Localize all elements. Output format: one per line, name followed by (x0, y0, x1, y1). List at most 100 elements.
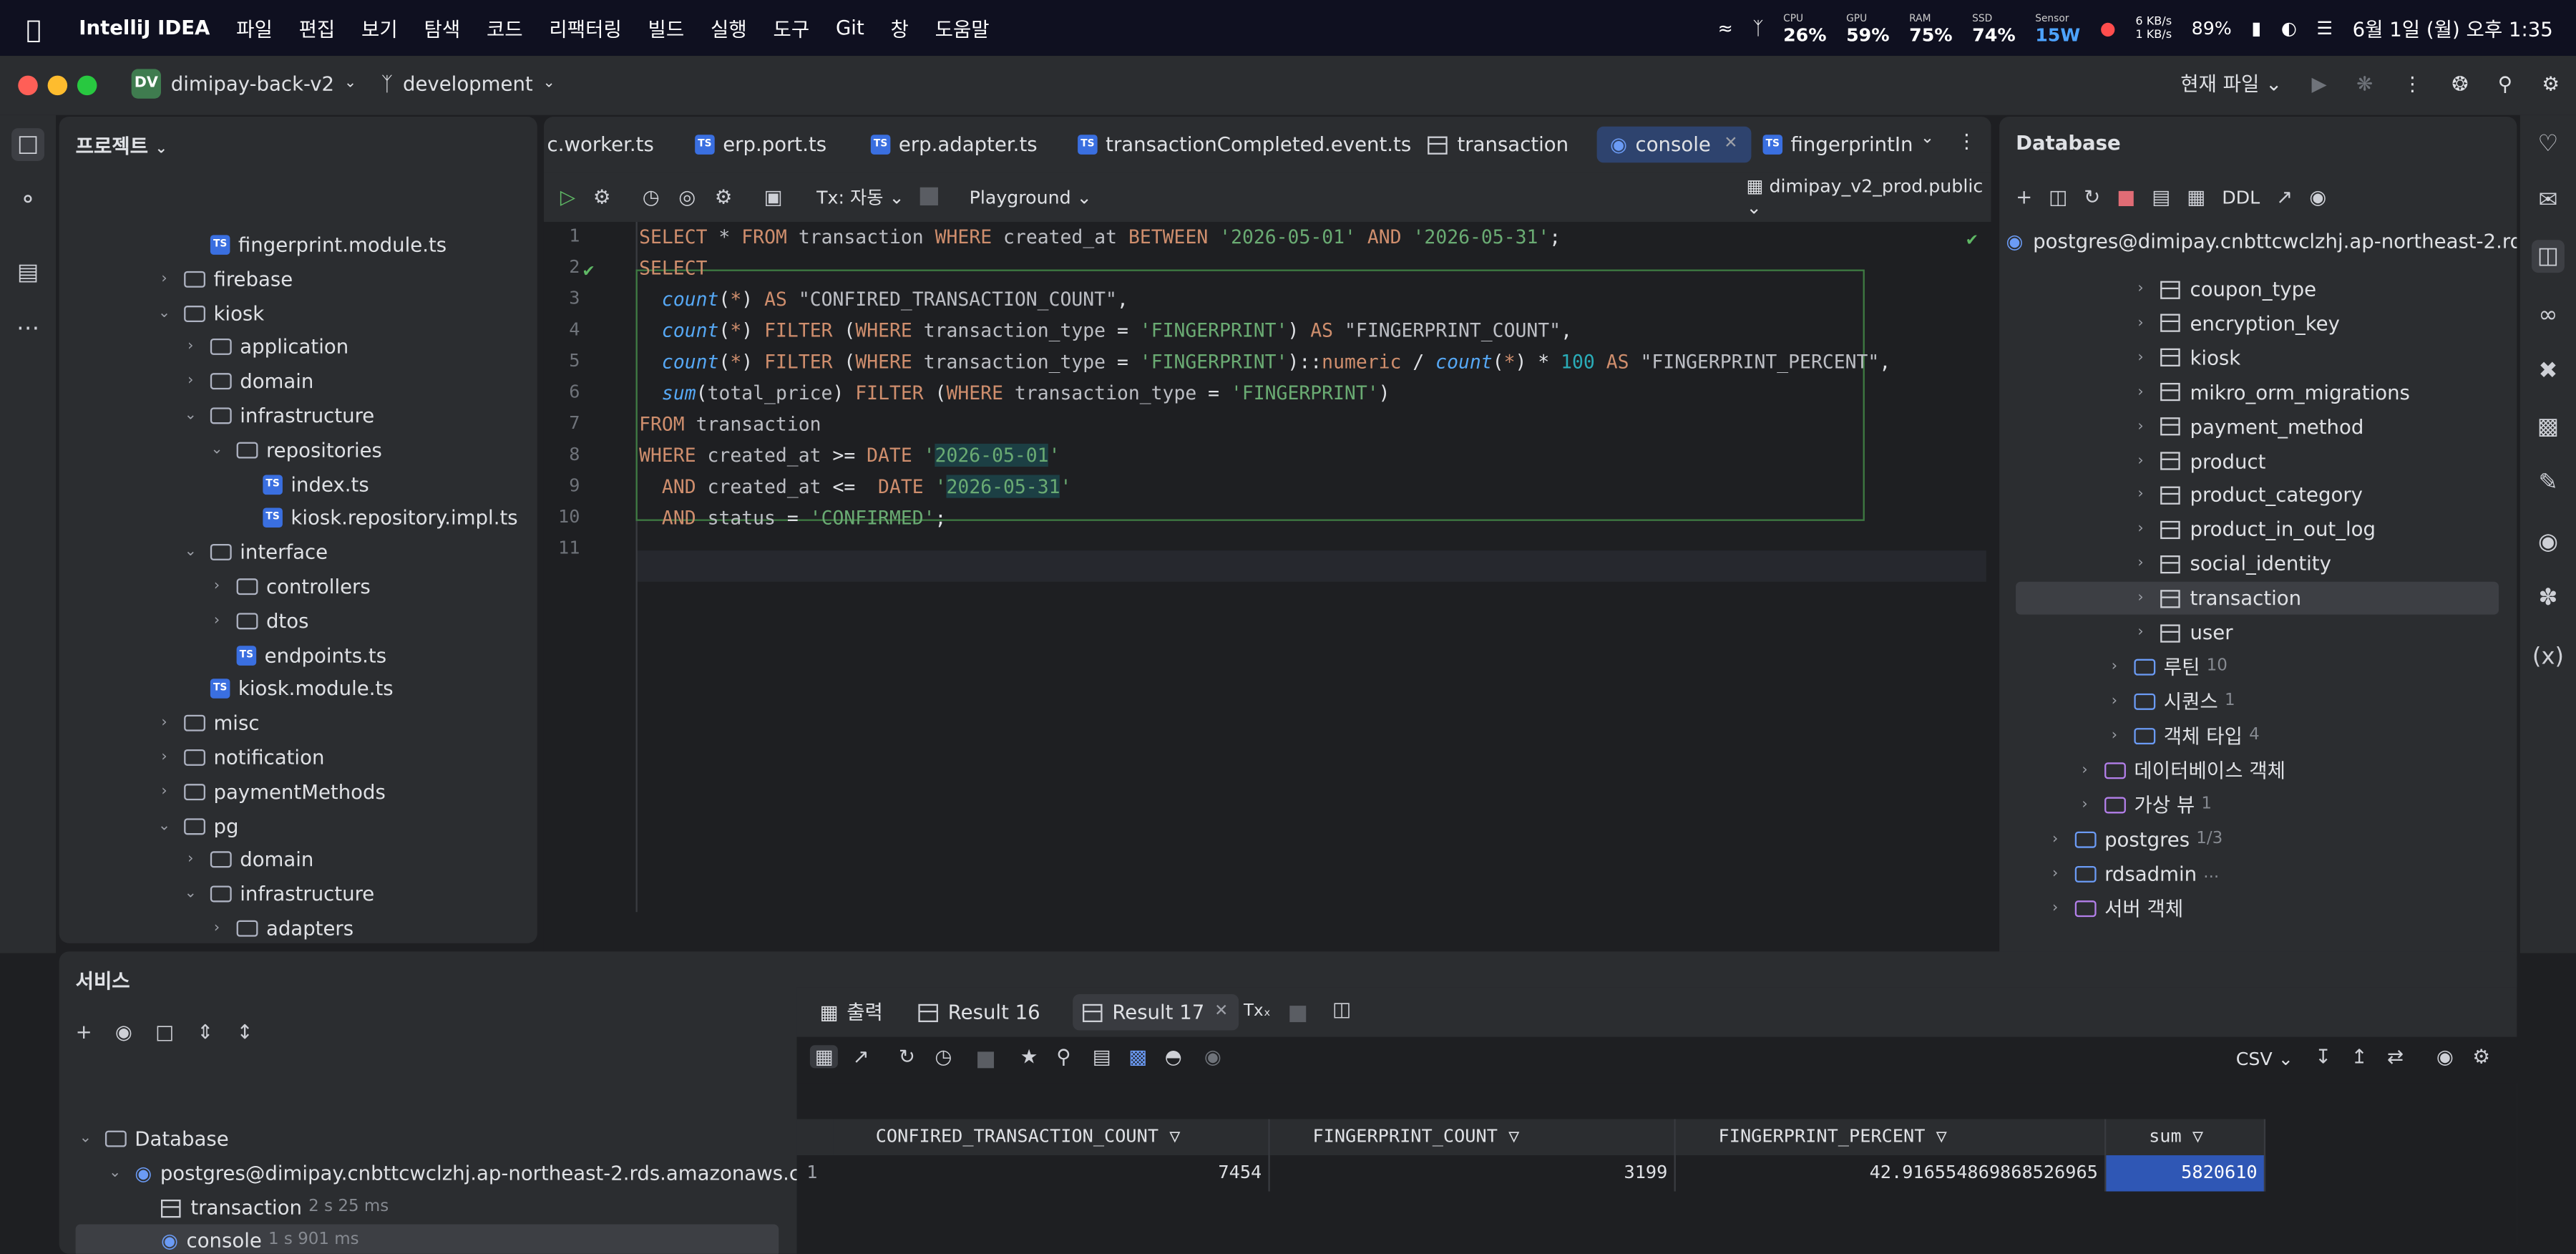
chevron-right-icon[interactable]: › (2131, 341, 2151, 374)
db-schema[interactable]: › rdsadmin... (2045, 857, 2219, 890)
tools-icon[interactable]: ✖ (2532, 355, 2565, 388)
db-group[interactable]: › 객체 타입 4 (2104, 719, 2260, 752)
db-table-mikro-orm-migrations[interactable]: › mikro_orm_migrations (2131, 376, 2409, 409)
download-icon[interactable]: ↧ (2315, 1045, 2331, 1068)
project-tree-row[interactable]: ⌄ pg (155, 810, 239, 842)
add-icon[interactable]: + (2016, 185, 2032, 208)
chevron-down-icon[interactable]: ⌄ (207, 434, 227, 467)
db-server-objects[interactable]: › 서버 객체 (2045, 893, 2183, 925)
tab-erp-adapter[interactable]: TS erp.adapter.ts (870, 127, 1038, 163)
project-tree-row[interactable]: TS kiosk.repository.impl.ts (233, 502, 518, 535)
pin-icon[interactable]: ◎ (678, 185, 696, 208)
project-tool-icon[interactable]: □ (11, 128, 44, 162)
menu-view[interactable]: 보기 (361, 14, 398, 42)
stop-icon[interactable] (919, 187, 938, 205)
tab-erp-port[interactable]: TS erp.port.ts (695, 127, 826, 163)
chevron-right-icon[interactable]: › (2075, 789, 2095, 822)
clock[interactable]: 6월 1일 (월) 오후 1:35 (2353, 14, 2553, 42)
ssd-stat[interactable]: SSD 74% (1972, 11, 2015, 44)
services-connection[interactable]: ⌄ ◉ postgres@dimipay.cnbttcwclzhj.ap-north… (105, 1157, 831, 1190)
project-tree-row[interactable]: › domain (181, 844, 313, 877)
db-table-product[interactable]: › product (2131, 444, 2265, 477)
db-table-product-category[interactable]: › product_category (2131, 479, 2363, 512)
tab-transaction-completed-event[interactable]: TS transactionCompleted.event.ts (1078, 127, 1411, 163)
chevron-down-icon[interactable]: ⌄ (181, 536, 201, 569)
chevron-right-icon[interactable]: › (2045, 823, 2065, 856)
search-icon[interactable]: ⚲ (2498, 72, 2512, 94)
db-table-payment-method[interactable]: › payment_method (2131, 410, 2363, 443)
pen-icon[interactable]: ✎ (2532, 467, 2565, 500)
db-table-user[interactable]: › user (2131, 616, 2233, 649)
schema-selector[interactable]: ▦ dimipay_v2_prod.public ⌄ (1747, 176, 1991, 219)
chevron-right-icon[interactable]: › (2075, 754, 2095, 787)
table-view-icon[interactable]: ▦ (2187, 185, 2205, 208)
sensor-stat[interactable]: Sensor 15W (2035, 11, 2080, 44)
add-service-icon[interactable]: + (76, 1021, 92, 1044)
compare-icon[interactable]: ▤ (1093, 1045, 1111, 1068)
collapse-all-icon[interactable]: ↕ (237, 1021, 253, 1044)
db-table-coupon-type[interactable]: › coupon_type (2131, 273, 2316, 306)
ram-stat[interactable]: RAM 75% (1909, 11, 1952, 44)
menu-window[interactable]: 창 (890, 14, 908, 42)
chevron-down-icon[interactable]: ⌄ (155, 297, 175, 330)
settings-icon[interactable]: ⚙ (2472, 1045, 2490, 1068)
project-tree-row[interactable]: › firebase (155, 263, 293, 296)
cancel-icon[interactable] (977, 1051, 995, 1069)
db-table-kiosk[interactable]: › kiosk (2131, 341, 2240, 374)
tab-transaction-table[interactable]: transaction (1428, 127, 1568, 163)
split-view-icon[interactable]: ◫ (1332, 998, 1351, 1021)
db-connection[interactable]: ◉ postgres@dimipay.cnbttcwclzhj.ap-northe… (2006, 225, 2517, 258)
sql-editor[interactable]: ✔ ✔ 1 2 3 4 5 6 7 8 9 10 11 SELECT * FROM transact… (544, 221, 1991, 998)
project-tree-row[interactable]: › paymentMethods (155, 775, 385, 808)
chevron-down-icon[interactable]: ⌄ (155, 810, 175, 842)
preview-icon[interactable]: ◉ (2532, 526, 2565, 559)
tab-output[interactable]: ▦ 출력 (820, 996, 883, 1029)
history-icon[interactable]: ◷ (935, 1045, 952, 1068)
db-table-transaction[interactable]: › transaction (2131, 582, 2301, 615)
project-tree-row[interactable]: › notification (155, 741, 324, 774)
notifications-icon[interactable]: ♡ (2532, 128, 2565, 161)
bluetooth-icon[interactable]: ᛉ (1752, 17, 1763, 39)
column-header-fingerprint-percent[interactable]: FINGERPRINT_PERCENT ▽ (1675, 1119, 2107, 1156)
disconnect-icon[interactable]: ■ (2117, 185, 2135, 208)
tab-console[interactable]: ◉ console ✕ (1596, 126, 1751, 163)
project-panel-title[interactable]: 프로젝트 ⌄ (76, 132, 167, 160)
tx-mode-selector[interactable]: Tx: 자동 ⌄ (816, 184, 904, 210)
chevron-right-icon[interactable]: › (2131, 307, 2151, 340)
db-database-objects[interactable]: › 데이터베이스 객체 (2075, 754, 2285, 787)
menu-app-name[interactable]: IntelliJ IDEA (79, 16, 210, 39)
project-tree-row[interactable]: › controllers (207, 570, 371, 603)
data-source-icon[interactable]: ◫ (2049, 185, 2067, 208)
project-tree-row[interactable]: ⌄ interface (181, 536, 328, 569)
cpu-stat[interactable]: CPU 26% (1783, 11, 1826, 44)
chevron-right-icon[interactable]: › (2104, 651, 2124, 684)
chevron-down-icon[interactable]: ⌄ (181, 878, 201, 910)
project-tree-row[interactable]: › adapters (207, 912, 353, 943)
execute-icon[interactable]: ▷ (560, 185, 575, 208)
grid-view-icon[interactable]: ▦ (809, 1045, 839, 1069)
project-tree-row[interactable]: › application (181, 331, 348, 364)
project-tree-row[interactable]: TS fingerprint.module.ts (181, 228, 447, 261)
services-session-console[interactable]: ◉ console 1 s 901 ms (161, 1224, 359, 1253)
db-group[interactable]: › 루틴 10 (2104, 651, 2228, 684)
column-header-confirmed-count[interactable]: CONFIRED_TRANSACTION_COUNT ▽ (833, 1119, 1270, 1156)
python-icon[interactable]: ✽ (2532, 582, 2565, 615)
cell-fingerprint-percent[interactable]: 42.916554869868526965 (1676, 1155, 2107, 1192)
db-table-social-identity[interactable]: › social_identity (2131, 548, 2331, 580)
filter-icon[interactable]: ◓ (1165, 1045, 1182, 1068)
chevron-right-icon[interactable]: › (207, 570, 227, 603)
chevron-right-icon[interactable]: › (207, 604, 227, 637)
column-header-fingerprint-count[interactable]: FINGERPRINT_COUNT ▽ (1269, 1119, 1676, 1156)
reload-icon[interactable]: ↻ (899, 1045, 915, 1068)
db-table-encryption-key[interactable]: › encryption_key (2131, 307, 2340, 340)
project-tree-row[interactable]: TS kiosk.module.ts (181, 673, 394, 706)
chevron-right-icon[interactable]: › (2131, 273, 2151, 306)
close-window-button[interactable] (18, 75, 38, 96)
menu-navigate[interactable]: 탐색 (424, 14, 460, 42)
chevron-right-icon[interactable]: › (2131, 548, 2151, 580)
database-tool-icon[interactable]: ◫ (2532, 240, 2565, 273)
new-group-icon[interactable]: □ (155, 1021, 174, 1044)
variables-icon[interactable]: (x) (2532, 641, 2565, 674)
tab-result-17[interactable]: Result 17 ✕ (1073, 994, 1239, 1031)
chevron-right-icon[interactable]: › (2131, 444, 2151, 477)
